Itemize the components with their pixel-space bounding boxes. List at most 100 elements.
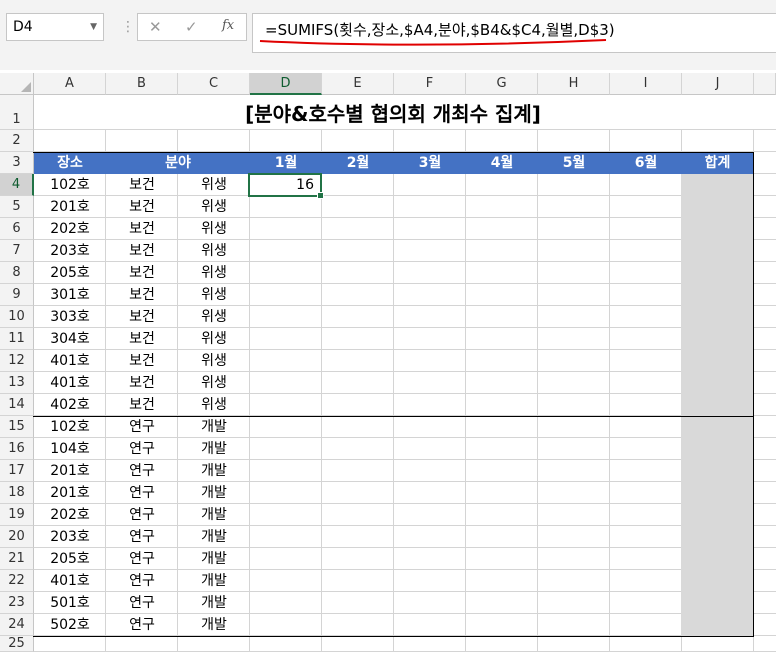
cell-field-c[interactable]: 개발 bbox=[178, 416, 250, 438]
cell-field-b[interactable]: 연구 bbox=[106, 614, 178, 636]
row-header-8[interactable]: 8 bbox=[0, 262, 34, 284]
row-header-25[interactable]: 25 bbox=[0, 636, 34, 652]
cell-field-b[interactable]: 연구 bbox=[106, 460, 178, 482]
cell-field-b[interactable]: 보건 bbox=[106, 328, 178, 350]
cell-place[interactable]: 205호 bbox=[34, 262, 106, 284]
row-header-18[interactable]: 18 bbox=[0, 482, 34, 504]
cell-field-b[interactable]: 보건 bbox=[106, 240, 178, 262]
cell-field-b[interactable]: 연구 bbox=[106, 548, 178, 570]
chevron-down-icon[interactable]: ▼ bbox=[90, 14, 97, 40]
row-header-19[interactable]: 19 bbox=[0, 504, 34, 526]
column-header-f[interactable]: F bbox=[394, 73, 466, 95]
cell-field-c[interactable]: 개발 bbox=[178, 592, 250, 614]
column-header-d[interactable]: D bbox=[250, 73, 322, 95]
row-header-11[interactable]: 11 bbox=[0, 328, 34, 350]
cell-place[interactable]: 201호 bbox=[34, 482, 106, 504]
cell-place[interactable]: 401호 bbox=[34, 350, 106, 372]
cell-place[interactable]: 203호 bbox=[34, 240, 106, 262]
row-header-24[interactable]: 24 bbox=[0, 614, 34, 636]
row-header-16[interactable]: 16 bbox=[0, 438, 34, 460]
column-header-g[interactable]: G bbox=[466, 73, 538, 95]
cell-field-c[interactable]: 개발 bbox=[178, 526, 250, 548]
header-month-6[interactable]: 6월 bbox=[610, 152, 682, 174]
cell-field-b[interactable]: 연구 bbox=[106, 504, 178, 526]
active-cell-selection[interactable] bbox=[248, 173, 324, 199]
cell-place[interactable]: 401호 bbox=[34, 372, 106, 394]
column-header-e[interactable]: E bbox=[322, 73, 394, 95]
cell-field-c[interactable]: 위생 bbox=[178, 262, 250, 284]
column-header-b[interactable]: B bbox=[106, 73, 178, 95]
column-header-overflow[interactable] bbox=[754, 73, 776, 95]
cell-place[interactable]: 501호 bbox=[34, 592, 106, 614]
cell-field-c[interactable]: 개발 bbox=[178, 460, 250, 482]
row-header-5[interactable]: 5 bbox=[0, 196, 34, 218]
row-header-4[interactable]: 4 bbox=[0, 174, 34, 196]
row-header-10[interactable]: 10 bbox=[0, 306, 34, 328]
cell-place[interactable]: 301호 bbox=[34, 284, 106, 306]
header-month-2[interactable]: 2월 bbox=[322, 152, 394, 174]
cell-field-c[interactable]: 위생 bbox=[178, 306, 250, 328]
cell-field-c[interactable]: 위생 bbox=[178, 328, 250, 350]
column-header-i[interactable]: I bbox=[610, 73, 682, 95]
cell-field-c[interactable]: 개발 bbox=[178, 482, 250, 504]
cell-place[interactable]: 502호 bbox=[34, 614, 106, 636]
cell-field-b[interactable]: 보건 bbox=[106, 394, 178, 416]
name-box[interactable]: D4 ▼ bbox=[6, 13, 104, 41]
column-header-h[interactable]: H bbox=[538, 73, 610, 95]
cell-place[interactable]: 303호 bbox=[34, 306, 106, 328]
cell-field-b[interactable]: 보건 bbox=[106, 284, 178, 306]
cell-field-b[interactable]: 보건 bbox=[106, 262, 178, 284]
row-header-7[interactable]: 7 bbox=[0, 240, 34, 262]
row-header-1[interactable]: 1 bbox=[0, 95, 34, 130]
row-header-23[interactable]: 23 bbox=[0, 592, 34, 614]
cell-place[interactable]: 202호 bbox=[34, 218, 106, 240]
cell-field-c[interactable]: 개발 bbox=[178, 548, 250, 570]
cell-place[interactable]: 201호 bbox=[34, 196, 106, 218]
resize-handle-icon[interactable]: ⋮ bbox=[121, 20, 135, 36]
row-header-20[interactable]: 20 bbox=[0, 526, 34, 548]
insert-function-icon[interactable]: fx bbox=[222, 18, 234, 33]
cell-field-c[interactable]: 위생 bbox=[178, 394, 250, 416]
cell-field-c[interactable]: 위생 bbox=[178, 350, 250, 372]
row-header-6[interactable]: 6 bbox=[0, 218, 34, 240]
cell-place[interactable]: 104호 bbox=[34, 438, 106, 460]
header-month-5[interactable]: 5월 bbox=[538, 152, 610, 174]
cell-field-b[interactable]: 연구 bbox=[106, 526, 178, 548]
cell-field-b[interactable]: 연구 bbox=[106, 570, 178, 592]
cell-place[interactable]: 102호 bbox=[34, 174, 106, 196]
cell-field-c[interactable]: 개발 bbox=[178, 438, 250, 460]
select-all-corner[interactable] bbox=[0, 73, 34, 95]
row-header-9[interactable]: 9 bbox=[0, 284, 34, 306]
row-header-3[interactable]: 3 bbox=[0, 152, 34, 174]
cell-field-c[interactable]: 위생 bbox=[178, 372, 250, 394]
header-place[interactable]: 장소 bbox=[34, 152, 106, 174]
cell-field-b[interactable]: 보건 bbox=[106, 196, 178, 218]
cell-field-c[interactable]: 개발 bbox=[178, 614, 250, 636]
cell-field-c[interactable]: 위생 bbox=[178, 174, 250, 196]
column-header-c[interactable]: C bbox=[178, 73, 250, 95]
enter-icon[interactable]: ✓ bbox=[185, 18, 198, 36]
row-header-21[interactable]: 21 bbox=[0, 548, 34, 570]
cell-field-b[interactable]: 연구 bbox=[106, 592, 178, 614]
cell-field-c[interactable]: 위생 bbox=[178, 196, 250, 218]
header-month-1[interactable]: 1월 bbox=[250, 152, 322, 174]
cell-field-b[interactable]: 보건 bbox=[106, 350, 178, 372]
cell-place[interactable]: 205호 bbox=[34, 548, 106, 570]
row-header-17[interactable]: 17 bbox=[0, 460, 34, 482]
cell-field-b[interactable]: 연구 bbox=[106, 482, 178, 504]
cell-field-b[interactable]: 보건 bbox=[106, 306, 178, 328]
cell-place[interactable]: 401호 bbox=[34, 570, 106, 592]
cell-place[interactable]: 402호 bbox=[34, 394, 106, 416]
cell-field-c[interactable]: 위생 bbox=[178, 284, 250, 306]
row-header-13[interactable]: 13 bbox=[0, 372, 34, 394]
header-field[interactable]: 분야 bbox=[106, 152, 250, 174]
column-header-j[interactable]: J bbox=[682, 73, 754, 95]
cell-field-c[interactable]: 위생 bbox=[178, 240, 250, 262]
header-total[interactable]: 합계 bbox=[682, 152, 753, 174]
cell-field-b[interactable]: 보건 bbox=[106, 174, 178, 196]
cell-field-c[interactable]: 위생 bbox=[178, 218, 250, 240]
cell-field-b[interactable]: 연구 bbox=[106, 416, 178, 438]
cell-field-c[interactable]: 개발 bbox=[178, 504, 250, 526]
row-header-15[interactable]: 15 bbox=[0, 416, 34, 438]
cell-field-b[interactable]: 보건 bbox=[106, 372, 178, 394]
